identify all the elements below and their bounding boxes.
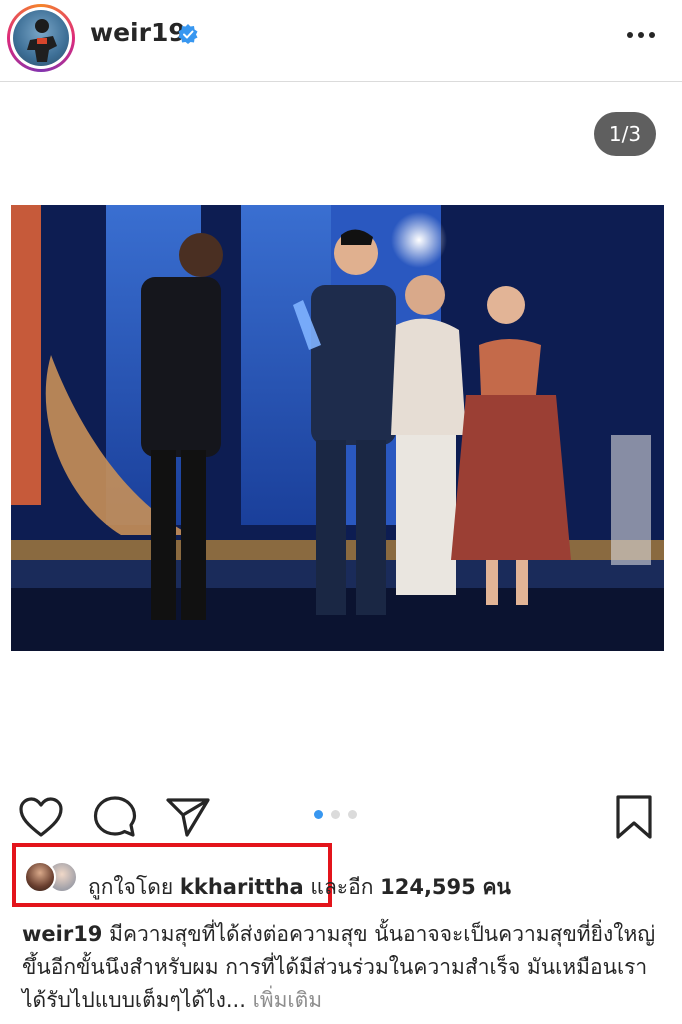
more-options-icon[interactable]: [626, 30, 656, 40]
profile-avatar[interactable]: [7, 4, 75, 72]
carousel-dot: [331, 810, 340, 819]
caption-more-link[interactable]: เพิ่มเติม: [253, 988, 323, 1012]
avatar-image: [13, 10, 69, 66]
username[interactable]: weir19: [90, 18, 186, 47]
post-caption: weir19 มีความสุขที่ได้ส่งต่อความสุข นั้น…: [22, 918, 662, 1017]
carousel-dot-active: [314, 810, 323, 819]
award-stage-illustration: [11, 205, 664, 651]
post-action-bar: [0, 790, 682, 842]
post-header: weir19: [0, 0, 682, 82]
verified-badge-icon: [178, 24, 198, 44]
post-photo[interactable]: [11, 205, 664, 651]
avatar-figure: [27, 19, 57, 62]
comment-icon[interactable]: [93, 795, 137, 839]
carousel-dot: [348, 810, 357, 819]
likes-middle: และอีก: [310, 875, 374, 899]
likes-summary: ถูกใจโดย kkharittha และอีก 124,595 คน: [88, 871, 511, 904]
bookmark-icon[interactable]: [614, 794, 654, 840]
likes-count[interactable]: 124,595: [380, 875, 476, 899]
likes-suffix: คน: [482, 875, 511, 899]
likes-prefix: ถูกใจโดย: [88, 875, 174, 899]
caption-username[interactable]: weir19: [22, 922, 102, 946]
send-icon[interactable]: [165, 796, 211, 838]
liker-avatar[interactable]: [24, 861, 56, 893]
caption-text: มีความสุขที่ได้ส่งต่อความสุข นั้นอาจจะเป…: [22, 922, 656, 1012]
carousel-page-indicator: 1/3: [594, 112, 656, 156]
heart-icon[interactable]: [18, 796, 64, 838]
liker-username[interactable]: kkharittha: [180, 875, 304, 899]
